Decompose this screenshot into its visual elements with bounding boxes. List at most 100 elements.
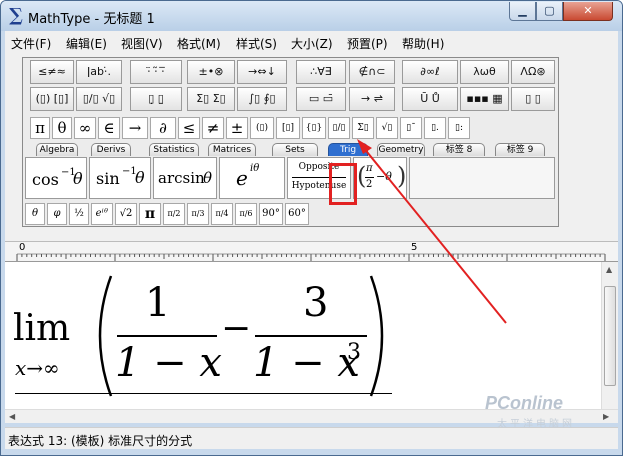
- menu-view[interactable]: 视图(V): [121, 35, 163, 52]
- menu-help[interactable]: 帮助(H): [402, 35, 444, 52]
- minimize-button[interactable]: ▁: [509, 2, 536, 21]
- scroll-left-icon[interactable]: ◀: [9, 412, 15, 421]
- tab-trig[interactable]: Trig: [328, 143, 368, 156]
- palette-labeled-arrows[interactable]: → ⇌: [349, 87, 395, 111]
- equation-baseline-underline: [15, 393, 392, 394]
- palette-greek-lower[interactable]: λωθ: [460, 60, 509, 84]
- template-superscript[interactable]: ▯ˉ: [400, 117, 422, 139]
- palette-relations[interactable]: ≤≠≈: [30, 60, 74, 84]
- template-summation[interactable]: Σ▯: [352, 117, 374, 139]
- small-pi[interactable]: π: [139, 203, 161, 225]
- small-pi-over-4[interactable]: π/4: [211, 203, 233, 225]
- template-brackets[interactable]: [▯]: [276, 117, 300, 139]
- symbol-element-of[interactable]: ∈: [98, 117, 120, 139]
- fraction2-denominator: 1 − x: [253, 340, 360, 386]
- template-exponential[interactable]: e iθ: [219, 157, 285, 199]
- template-pi-over-2-minus-theta[interactable]: ( π 2 −θ ): [353, 157, 407, 199]
- maximize-button[interactable]: ▢: [536, 2, 563, 21]
- palette-matrices[interactable]: ▪▪▪ ▦: [460, 87, 509, 111]
- symbol-not-equal[interactable]: ≠: [202, 117, 224, 139]
- title-bar: ∑ MathType - 无标题 1 ▁ ▢ ✕: [1, 1, 622, 31]
- palette-sets[interactable]: ∉∩⊂: [349, 60, 395, 84]
- palette-bars[interactable]: ▭ ▭̄: [296, 87, 346, 111]
- fraction2-numerator: 3: [303, 280, 329, 326]
- palette-fractions-radicals[interactable]: ▯/▯ √▯: [76, 87, 122, 111]
- template-fraction[interactable]: ▯/▯: [328, 117, 350, 139]
- window-title: MathType - 无标题 1: [28, 12, 155, 27]
- tab-geometry[interactable]: Geometry: [377, 143, 425, 156]
- status-bar: 表达式 13: (模板) 标准尺寸的分式: [5, 427, 618, 449]
- equation-lim: lim: [13, 308, 71, 349]
- watermark-subtitle: 太平洋电脑网: [497, 419, 575, 430]
- toolbar-area: ≤≠≈ ǀab⋅̇. ⋅̈ ⋅̃ ⋅̅ ±•⊗ →⇔↓ ∴∀∃ ∉∩⊂ ∂∞ℓ …: [5, 53, 618, 291]
- small-pi-over-3[interactable]: π/3: [187, 203, 209, 225]
- vertical-scrollbar[interactable]: ▲: [601, 262, 618, 410]
- small-one-half[interactable]: ½: [69, 203, 89, 225]
- template-parentheses[interactable]: (▯): [250, 117, 274, 139]
- palette-integrals[interactable]: ∫▯ ∮▯: [237, 87, 287, 111]
- symbol-plus-minus[interactable]: ±: [226, 117, 248, 139]
- palette-operators[interactable]: ±•⊗: [187, 60, 235, 84]
- palette-greek-upper[interactable]: ΛΩ⊛: [511, 60, 555, 84]
- template-sub-superscript[interactable]: ▯:: [448, 117, 470, 139]
- watermark-logo: PConline: [485, 393, 564, 413]
- menu-preferences[interactable]: 预置(P): [347, 35, 388, 52]
- small-sqrt-2[interactable]: √2: [115, 203, 137, 225]
- template-sin-inverse[interactable]: sin −1 θ: [89, 157, 151, 199]
- left-paren-shape: [98, 275, 113, 397]
- symbol-right-arrow[interactable]: →: [122, 117, 148, 139]
- status-text: 表达式 13: (模板) 标准尺寸的分式: [8, 434, 193, 448]
- menu-edit[interactable]: 编辑(E): [66, 35, 107, 52]
- template-braces[interactable]: {▯}: [302, 117, 326, 139]
- menu-size[interactable]: 大小(Z): [291, 35, 333, 52]
- symbol-partial[interactable]: ∂: [150, 117, 176, 139]
- small-pi-over-6[interactable]: π/6: [235, 203, 257, 225]
- tab-algebra[interactable]: Algebra: [36, 143, 78, 156]
- palette-summations[interactable]: Σ▯ Σ▯: [187, 87, 235, 111]
- symbol-pi[interactable]: π: [30, 117, 50, 139]
- tab-statistics[interactable]: Statistics: [149, 143, 199, 156]
- menu-format[interactable]: 格式(M): [177, 35, 221, 52]
- palette-logic[interactable]: ∴∀∃: [296, 60, 346, 84]
- palette-misc[interactable]: ∂∞ℓ: [402, 60, 458, 84]
- small-theta[interactable]: θ: [25, 203, 45, 225]
- symbol-infinity[interactable]: ∞: [74, 117, 96, 139]
- template-arcsin[interactable]: arcsin θ: [153, 157, 217, 199]
- palette-products[interactable]: Ū Ů: [402, 87, 458, 111]
- tab-matrices[interactable]: Matrices: [208, 143, 256, 156]
- ruler-label-zero: 0: [19, 242, 26, 253]
- fraction2-bar: [255, 335, 367, 337]
- small-60-degrees[interactable]: 60°: [285, 203, 309, 225]
- palette-arrows[interactable]: →⇔↓: [237, 60, 287, 84]
- menu-file[interactable]: 文件(F): [11, 35, 51, 52]
- template-subscript[interactable]: ▯.: [424, 117, 446, 139]
- small-phi[interactable]: φ: [47, 203, 67, 225]
- tab-label-8[interactable]: 标签 8: [433, 143, 485, 156]
- fraction1-denominator: 1 − x: [115, 340, 222, 386]
- palette-spaces[interactable]: ǀab⋅̇.: [76, 60, 122, 84]
- mathtype-sigma-icon: ∑: [9, 5, 23, 26]
- highlight-box: [329, 163, 357, 205]
- small-pi-over-2[interactable]: π/2: [163, 203, 185, 225]
- ruler[interactable]: 0 5: [5, 241, 618, 262]
- palette-fences[interactable]: (▯) [▯]: [30, 87, 74, 111]
- vertical-scroll-thumb[interactable]: [604, 286, 616, 386]
- palette-embellishments[interactable]: ⋅̈ ⋅̃ ⋅̅: [130, 60, 182, 84]
- scroll-up-icon[interactable]: ▲: [606, 265, 612, 274]
- tab-label-9[interactable]: 标签 9: [495, 143, 545, 156]
- template-radical[interactable]: √▯: [376, 117, 398, 139]
- small-90-degrees[interactable]: 90°: [259, 203, 283, 225]
- palette-scripts[interactable]: ▯̣ ▯̤: [130, 87, 182, 111]
- template-cos-inverse[interactable]: cos −1 θ: [25, 157, 87, 199]
- tab-sets[interactable]: Sets: [272, 143, 318, 156]
- scroll-right-icon[interactable]: ▶: [603, 412, 609, 421]
- template-slot-empty[interactable]: [409, 157, 555, 199]
- symbol-less-equal[interactable]: ≤: [178, 117, 200, 139]
- palette-frame: ≤≠≈ ǀab⋅̇. ⋅̈ ⋅̃ ⋅̅ ±•⊗ →⇔↓ ∴∀∃ ∉∩⊂ ∂∞ℓ …: [22, 57, 559, 227]
- palette-boxes[interactable]: ▯ ▯: [511, 87, 555, 111]
- tab-derivs[interactable]: Derivs: [91, 143, 131, 156]
- menu-style[interactable]: 样式(S): [236, 35, 277, 52]
- close-button[interactable]: ✕: [563, 2, 613, 21]
- symbol-theta[interactable]: θ: [52, 117, 72, 139]
- small-e-i-theta[interactable]: eⁱᶿ: [91, 203, 113, 225]
